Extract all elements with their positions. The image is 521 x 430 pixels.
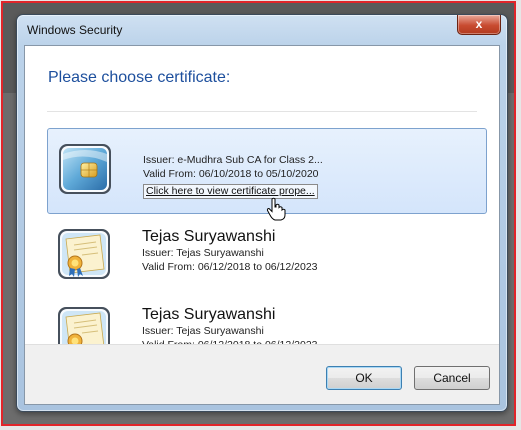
certificate-details: Issuer: e-Mudhra Sub CA for Class 2... V… <box>143 153 323 199</box>
certificate-item-selected[interactable]: Issuer: e-Mudhra Sub CA for Class 2... V… <box>47 128 487 221</box>
certificate-details: Tejas Suryawanshi Issuer: Tejas Suryawan… <box>142 227 318 274</box>
certificate-issuer: Issuer: Tejas Suryawanshi <box>142 247 264 259</box>
windows-security-dialog: Windows Security x Please choose certifi… <box>16 14 508 412</box>
dialog-content: Please choose certificate: Issuer: e-Mud… <box>24 45 500 405</box>
dialog-heading: Please choose certificate: <box>48 69 231 86</box>
certificate-issuer: Issuer: Tejas Suryawanshi <box>142 325 264 337</box>
certificate-subject: Tejas Suryawanshi <box>142 306 276 323</box>
heading-divider <box>47 111 477 112</box>
close-icon: x <box>475 17 483 31</box>
cancel-button[interactable]: Cancel <box>414 366 490 390</box>
certificate-item[interactable]: Tejas Suryawanshi Issuer: Tejas Suryawan… <box>47 214 487 300</box>
certificate-icon <box>58 229 110 279</box>
certificate-subject: Tejas Suryawanshi <box>142 228 276 245</box>
button-bar: OK Cancel <box>25 345 499 404</box>
window-title: Windows Security <box>27 23 123 37</box>
close-button[interactable]: x <box>457 15 501 35</box>
ok-button[interactable]: OK <box>326 366 402 390</box>
smartcard-icon <box>59 144 111 194</box>
certificate-issuer: Issuer: e-Mudhra Sub CA for Class 2... <box>143 154 323 166</box>
certificate-validity: Valid From: 06/10/2018 to 05/10/2020 <box>143 168 319 180</box>
title-bar[interactable]: Windows Security x <box>17 15 507 45</box>
certificate-validity: Valid From: 06/12/2018 to 06/12/2023 <box>142 261 318 273</box>
view-certificate-properties-link[interactable]: Click here to view certificate prope... <box>143 184 318 199</box>
